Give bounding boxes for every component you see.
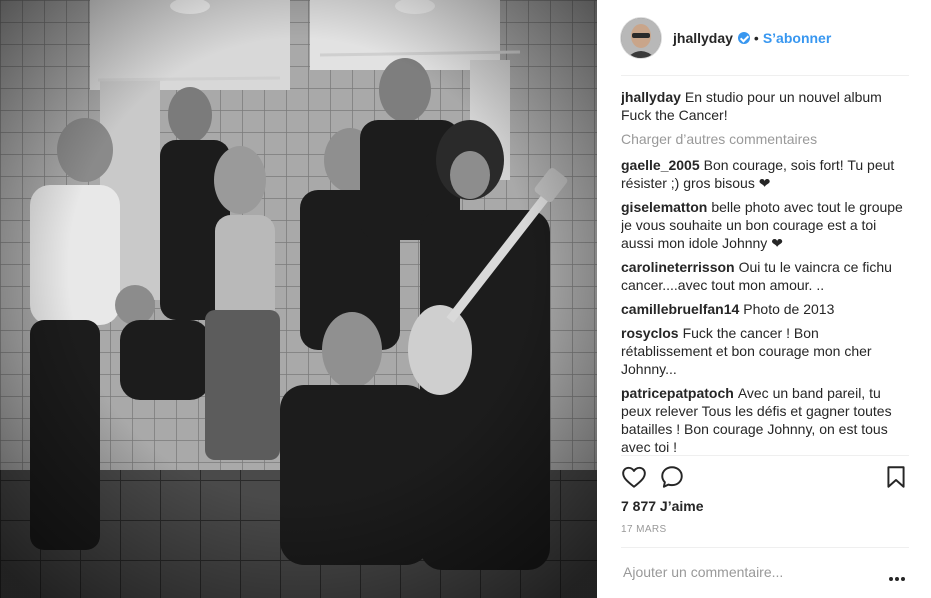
separator-dot: •	[753, 30, 759, 46]
like-button[interactable]	[621, 464, 647, 490]
caption-username[interactable]: jhallyday	[621, 89, 681, 105]
comment-username[interactable]: giselematton	[621, 199, 707, 215]
comment-text: Photo de 2013	[743, 301, 835, 317]
comment-item: patricepatpatoch Avec un band pareil, tu …	[621, 384, 909, 454]
comments-divider	[621, 455, 909, 456]
post-photo[interactable]	[0, 0, 597, 598]
bookmark-icon	[887, 466, 905, 488]
caption: jhallyday En studio pour un nouvel album …	[621, 88, 909, 124]
photo-illustration	[0, 0, 597, 598]
comment-username[interactable]: rosyclos	[621, 325, 679, 341]
comment-item: giselematton belle photo avec tout le gro…	[621, 198, 909, 252]
more-dot	[895, 577, 899, 581]
avatar[interactable]	[621, 18, 661, 58]
comment-item: camillebruelfan14 Photo de 2013	[621, 300, 909, 318]
comment-item: rosyclos Fuck the cancer ! Bon rétablisse…	[621, 324, 909, 378]
post-header: jhallyday • S’abonner	[621, 17, 909, 59]
verified-badge-icon	[737, 32, 750, 44]
post-details-panel: jhallyday • S’abonner jhallyday En studio…	[597, 0, 931, 598]
header-divider	[621, 75, 909, 76]
username-link[interactable]: jhallyday	[673, 30, 733, 46]
heart-icon	[622, 466, 646, 488]
footer-divider	[621, 547, 909, 548]
add-comment-input[interactable]: Ajouter un commentaire...	[623, 564, 783, 580]
more-options-icon[interactable]	[889, 568, 909, 581]
save-button[interactable]	[883, 464, 909, 490]
comment-username[interactable]: carolineterrisson	[621, 259, 735, 275]
comments-list: jhallyday En studio pour un nouvel album …	[621, 88, 909, 454]
comment-button[interactable]	[659, 464, 685, 490]
action-bar	[621, 464, 909, 492]
likes-count[interactable]: 7 877 J’aime	[621, 498, 704, 514]
comment-item: carolineterrisson Oui tu le vaincra ce fi…	[621, 258, 909, 294]
comment-bubble-icon	[661, 466, 683, 488]
comment-username[interactable]: gaelle_2005	[621, 157, 700, 173]
load-more-comments-link[interactable]: Charger d’autres commentaires	[621, 130, 909, 148]
follow-button[interactable]: S’abonner	[763, 30, 831, 46]
avatar-image	[621, 18, 661, 58]
post-date[interactable]: 17 MARS	[621, 524, 667, 535]
comment-item: gaelle_2005 Bon courage, sois fort! Tu pe…	[621, 156, 909, 192]
more-dot	[889, 577, 893, 581]
comment-username[interactable]: camillebruelfan14	[621, 301, 739, 317]
comment-username[interactable]: patricepatpatoch	[621, 385, 734, 401]
more-dot	[901, 577, 905, 581]
